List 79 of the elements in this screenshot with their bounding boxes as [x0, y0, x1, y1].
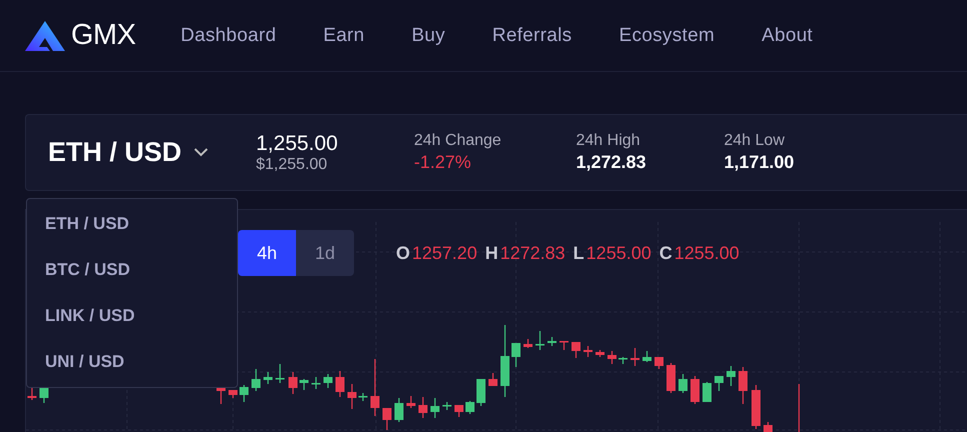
nav-link[interactable]: Earn [323, 24, 365, 46]
candle [690, 376, 700, 404]
candle [406, 396, 416, 408]
stat-value: 1,272.83 [576, 152, 648, 173]
ohlc-key: C [659, 242, 672, 264]
candle [666, 363, 676, 393]
candle [560, 341, 568, 350]
candle [312, 377, 320, 389]
candle [276, 364, 284, 383]
nav-link[interactable]: Dashboard [180, 24, 276, 46]
ohlc-value: 1255.00 [674, 242, 740, 264]
candle [752, 385, 760, 429]
candle [476, 379, 486, 406]
chevron-icon [194, 148, 208, 157]
candle [512, 343, 520, 367]
candle [358, 393, 368, 401]
candle [500, 325, 510, 397]
candle [764, 422, 772, 432]
timeframe-tab[interactable]: 4h [238, 230, 296, 276]
candle [584, 346, 592, 357]
dropdown-item[interactable]: UNI / USD [27, 339, 237, 385]
candle [642, 351, 652, 362]
stat-value: 1,171.00 [724, 152, 796, 173]
candle [738, 367, 748, 404]
candle [418, 397, 428, 418]
price: 1,255.00 [256, 132, 339, 156]
candle [370, 359, 380, 416]
candle [28, 387, 36, 400]
stat-value: -1.27% [414, 152, 472, 173]
logo-text: GMX [71, 19, 136, 52]
candle [228, 390, 238, 398]
nav-link[interactable]: Ecosystem [618, 24, 715, 46]
price-usd: $1,255.00 [256, 156, 328, 174]
candle [240, 385, 248, 402]
candle [596, 350, 604, 357]
candle [524, 339, 532, 348]
dropdown-item[interactable]: BTC / USD [27, 247, 237, 293]
candle [618, 357, 628, 364]
candle [336, 371, 344, 397]
candle [608, 351, 616, 364]
candle [714, 376, 724, 391]
ohlc-value: 1255.00 [586, 242, 652, 264]
nav-link[interactable]: Buy [412, 24, 446, 46]
candle [726, 366, 736, 386]
candle [548, 337, 556, 346]
candle [430, 398, 440, 418]
candle [394, 398, 404, 422]
candle [630, 348, 640, 366]
stat-label: 24h Low [724, 132, 786, 150]
candle [348, 384, 356, 409]
candle [442, 402, 452, 410]
ohlc-key: L [573, 242, 584, 264]
candle [288, 372, 298, 394]
candle [264, 372, 272, 384]
candle [382, 408, 392, 430]
dropdown-item[interactable]: ETH / USD [27, 201, 237, 247]
nav-link[interactable]: Referrals [492, 24, 572, 46]
candle [324, 374, 332, 388]
pair-selector[interactable]: ETH / USD [26, 136, 256, 169]
stat-label: 24h Change [414, 132, 502, 150]
candle [572, 342, 580, 358]
candle [454, 405, 464, 417]
stat-label: 24h High [576, 132, 642, 150]
candle [536, 331, 544, 350]
candle [678, 374, 688, 393]
timeframe-tab[interactable]: 1d [296, 230, 354, 276]
ohlc-key: H [485, 242, 498, 264]
ohlc-value: 1257.20 [412, 242, 478, 264]
dropdown-item[interactable]: LINK / USD [27, 293, 237, 339]
ohlc-key: O [396, 242, 410, 264]
nav-link[interactable]: About [762, 24, 813, 46]
logo-icon [25, 20, 65, 50]
ohlc-value: 1272.83 [500, 242, 566, 264]
candle [300, 379, 308, 390]
candle [252, 369, 260, 391]
candle [466, 401, 474, 414]
candle [488, 373, 498, 386]
candle [702, 382, 712, 402]
candle [654, 357, 664, 369]
